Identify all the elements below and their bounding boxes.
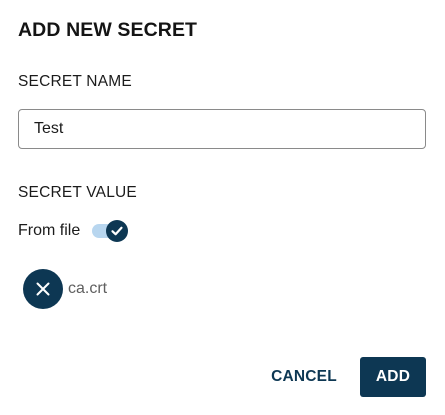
secret-value-label: SECRET VALUE <box>18 184 137 201</box>
secret-name-label: SECRET NAME <box>18 73 132 90</box>
from-file-toggle[interactable] <box>91 219 129 243</box>
dialog-title: ADD NEW SECRET <box>18 19 198 41</box>
file-name: ca.crt <box>68 280 108 297</box>
selected-file: ca.crt <box>23 269 107 309</box>
add-button[interactable]: ADD <box>360 357 426 397</box>
from-file-row: From file <box>18 219 129 243</box>
close-icon <box>36 282 50 296</box>
check-icon <box>111 226 123 236</box>
add-secret-dialog: ADD NEW SECRET SECRET NAME SECRET VALUE … <box>0 0 445 415</box>
from-file-label: From file <box>18 222 81 239</box>
secret-name-input[interactable] <box>18 109 426 149</box>
remove-file-button[interactable] <box>23 269 63 309</box>
cancel-button[interactable]: CANCEL <box>262 357 346 397</box>
toggle-thumb <box>106 220 129 242</box>
